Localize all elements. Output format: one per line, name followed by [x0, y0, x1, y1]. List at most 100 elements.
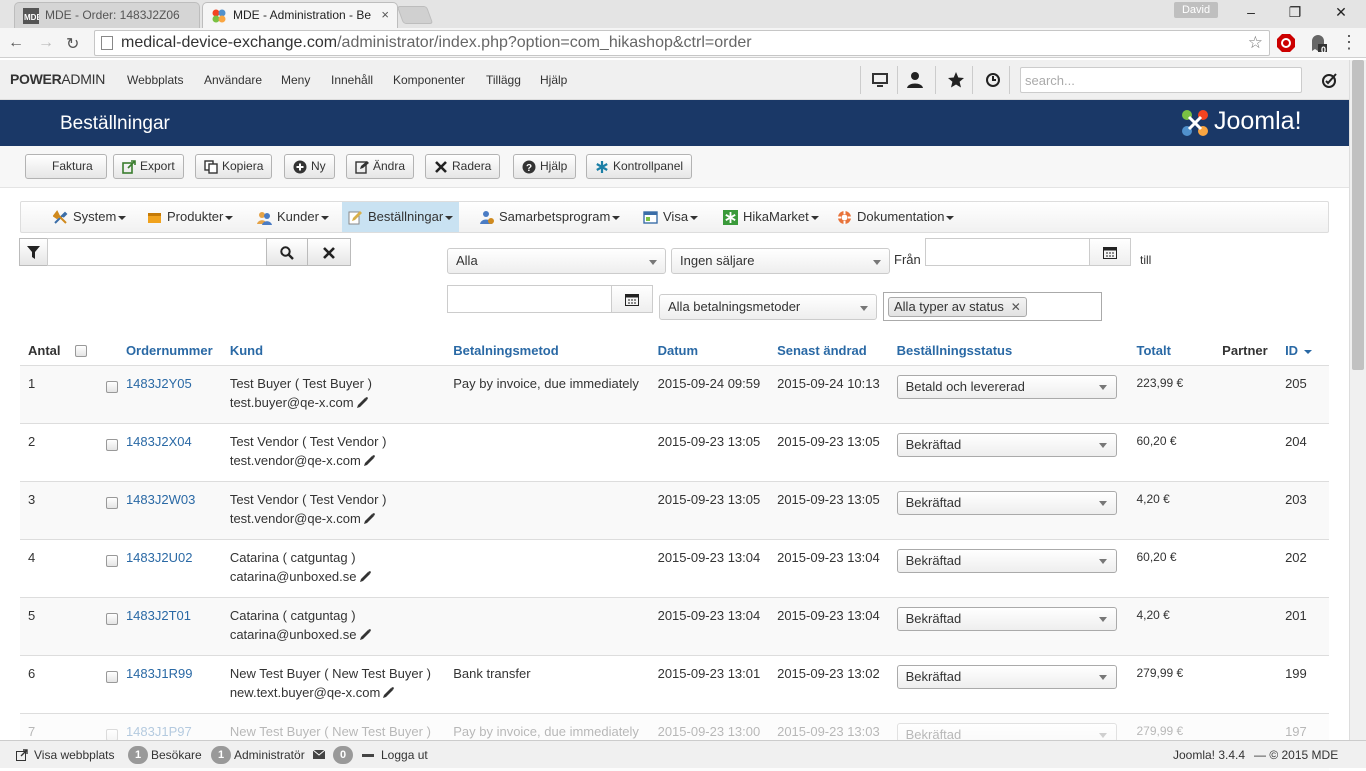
order-status-select[interactable]: Bekräftad: [896, 490, 1117, 515]
order-status-select[interactable]: Bekräftad: [896, 432, 1117, 457]
col-bestallningsstatus[interactable]: Beställningsstatus: [896, 337, 1137, 366]
hika-menu-system[interactable]: System: [47, 202, 132, 232]
back-arrow-icon[interactable]: ←: [8, 34, 24, 52]
adblock-extension-icon[interactable]: [1276, 33, 1296, 53]
bookmark-star-icon[interactable]: ☆: [1248, 31, 1263, 55]
page-scrollbar[interactable]: [1349, 60, 1366, 740]
order-number-link[interactable]: 1483J1R99: [126, 666, 193, 681]
row-checkbox[interactable]: [105, 438, 118, 451]
hika-menu-kunder[interactable]: Kunder: [251, 202, 335, 232]
menu-webbplats[interactable]: Webbplats: [127, 73, 183, 87]
browser-tab-order[interactable]: MDE MDE - Order: 1483J2Z06: [14, 2, 200, 28]
col-betalningsmetod[interactable]: Betalningsmetod: [453, 337, 658, 366]
order-number-link[interactable]: 1483J1P97: [126, 724, 192, 739]
order-number-link[interactable]: 1483J2Y05: [126, 376, 192, 391]
row-checkbox[interactable]: [105, 612, 118, 625]
menu-anvandare[interactable]: Användare: [204, 73, 262, 87]
order-status-select[interactable]: Bekräftad: [896, 606, 1117, 631]
from-date-calendar-button[interactable]: [1089, 238, 1131, 266]
monitor-icon[interactable]: [871, 71, 889, 89]
browser-menu-icon[interactable]: ⋮: [1340, 32, 1358, 53]
from-date-input[interactable]: [925, 238, 1090, 266]
select-all-checkbox[interactable]: [74, 344, 87, 357]
row-checkbox[interactable]: [105, 670, 118, 683]
logout-link[interactable]: Logga ut: [381, 741, 428, 769]
status-type-multiselect[interactable]: Alla typer av status ✕: [883, 292, 1102, 321]
ny-button[interactable]: Ny: [284, 154, 335, 179]
new-tab-button[interactable]: [396, 6, 434, 24]
col-senast-andrad[interactable]: Senast ändrad: [777, 337, 897, 366]
edit-pencil-icon[interactable]: [359, 628, 372, 641]
order-status-select[interactable]: Betald och levererad: [896, 374, 1117, 399]
to-date-input[interactable]: [447, 285, 612, 313]
vendor-filter[interactable]: Ingen säljare: [671, 248, 890, 274]
kontrollpanel-button[interactable]: Kontrollpanel: [586, 154, 693, 179]
row-checkbox[interactable]: [105, 554, 118, 567]
maximize-button[interactable]: ❐: [1280, 4, 1310, 21]
col-ordernummer[interactable]: Ordernummer: [125, 337, 230, 366]
reload-icon[interactable]: ↻: [66, 34, 79, 54]
col-kund[interactable]: Kund: [229, 337, 454, 366]
radera-button[interactable]: Radera: [425, 154, 501, 179]
edit-pencil-icon[interactable]: [359, 570, 372, 583]
edit-pencil-icon[interactable]: [363, 454, 376, 467]
search-input[interactable]: [47, 238, 267, 266]
star-icon[interactable]: [947, 71, 965, 89]
hika-menu-samarbetsprogram[interactable]: Samarbetsprogram: [473, 202, 626, 232]
checkin-icon[interactable]: [1321, 71, 1339, 89]
hika-menu-bestallningar[interactable]: Beställningar: [342, 202, 460, 232]
col-id-label: ID: [1285, 343, 1299, 359]
order-number-link[interactable]: 1483J2X04: [126, 434, 192, 449]
minimize-button[interactable]: –: [1236, 4, 1266, 20]
menu-komponenter[interactable]: Komponenter: [393, 73, 465, 87]
edit-pencil-icon[interactable]: [356, 396, 369, 409]
payment-method-filter[interactable]: Alla betalningsmetoder: [659, 294, 877, 320]
address-bar[interactable]: medical-device-exchange.com/administrato…: [94, 30, 1270, 56]
order-status-select[interactable]: Bekräftad: [896, 664, 1117, 689]
col-totalt[interactable]: Totalt: [1136, 337, 1223, 366]
browser-tab-administration[interactable]: MDE - Administration - Be ×: [202, 2, 398, 28]
order-status-filter[interactable]: Alla: [447, 248, 666, 274]
search-button[interactable]: [266, 238, 308, 266]
clear-search-button[interactable]: [307, 238, 351, 266]
admin-search-input[interactable]: search...: [1020, 67, 1302, 93]
filter-funnel-icon[interactable]: [19, 238, 48, 266]
row-checkbox[interactable]: [105, 496, 118, 509]
hjalp-button[interactable]: ? Hjälp: [513, 154, 577, 179]
menu-tillagg[interactable]: Tillägg: [486, 73, 521, 87]
hika-menu-hikamarket[interactable]: HikaMarket: [717, 202, 825, 232]
hika-menu-dokumentation[interactable]: Dokumentation: [831, 202, 960, 232]
chip-remove-icon[interactable]: ✕: [1011, 298, 1021, 316]
tab-close-icon[interactable]: ×: [377, 3, 389, 27]
menu-hjalp[interactable]: Hjälp: [540, 73, 567, 87]
col-datum[interactable]: Datum: [657, 337, 778, 366]
faktura-button[interactable]: Faktura: [25, 154, 107, 179]
edit-pencil-icon[interactable]: [363, 512, 376, 525]
browser-profile-badge[interactable]: David: [1174, 2, 1218, 18]
order-status-select[interactable]: Bekräftad: [896, 548, 1117, 573]
row-checkbox[interactable]: [105, 728, 118, 741]
poweradmin-brand[interactable]: POWERADMIN: [10, 71, 105, 87]
edit-pencil-icon[interactable]: [382, 686, 395, 699]
export-button[interactable]: Export: [113, 154, 184, 179]
order-number-link[interactable]: 1483J2T01: [126, 608, 191, 623]
menu-meny[interactable]: Meny: [281, 73, 310, 87]
user-icon[interactable]: [906, 71, 924, 89]
col-id[interactable]: ID: [1285, 337, 1329, 366]
order-number-link[interactable]: 1483J2U02: [126, 550, 193, 565]
view-site-link[interactable]: Visa webbplats: [16, 741, 115, 769]
andra-button[interactable]: Ändra: [346, 154, 415, 179]
kopiera-button[interactable]: Kopiera: [195, 154, 273, 179]
scrollbar-thumb[interactable]: [1352, 60, 1364, 370]
to-date-calendar-button[interactable]: [611, 285, 653, 313]
close-window-button[interactable]: ✕: [1326, 4, 1356, 21]
messages-count[interactable]: 0: [333, 741, 356, 769]
envelope-icon[interactable]: [313, 750, 325, 759]
clock-icon[interactable]: [984, 71, 1002, 89]
hika-menu-visa[interactable]: Visa: [637, 202, 704, 232]
order-number-link[interactable]: 1483J2W03: [126, 492, 195, 507]
forward-arrow-icon[interactable]: →: [38, 34, 54, 52]
row-checkbox[interactable]: [105, 380, 118, 393]
hika-menu-produkter[interactable]: Produkter: [141, 202, 239, 232]
menu-innehall[interactable]: Innehåll: [331, 73, 373, 87]
